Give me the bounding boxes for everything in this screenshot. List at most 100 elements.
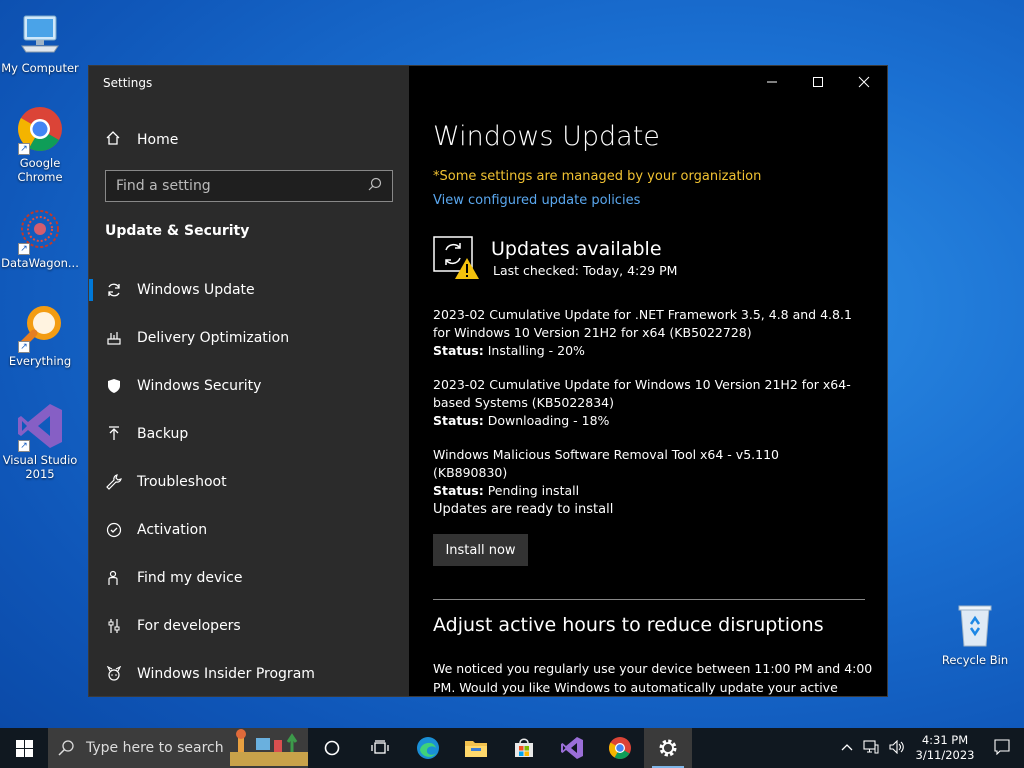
network-icon bbox=[863, 739, 879, 753]
action-center-button[interactable] bbox=[980, 738, 1024, 758]
sidebar-item-activation[interactable]: Activation bbox=[89, 506, 409, 554]
wrench-icon bbox=[105, 474, 123, 490]
sidebar-item-windows-update[interactable]: Windows Update bbox=[89, 266, 409, 314]
last-checked: Last checked: Today, 4:29 PM bbox=[493, 263, 678, 278]
desktop-icon-visual-studio[interactable]: ↗ Visual Studio 2015 bbox=[0, 402, 80, 481]
taskbar-clock[interactable]: 4:31 PM 3/11/2023 bbox=[910, 733, 980, 763]
start-button[interactable] bbox=[0, 728, 48, 768]
volume-button[interactable] bbox=[884, 739, 910, 757]
desktop-icon-label: Google Chrome bbox=[17, 156, 63, 184]
window-title: Settings bbox=[103, 76, 153, 90]
managed-notice: *Some settings are managed by your organ… bbox=[433, 169, 762, 184]
find-setting-input[interactable]: Find a setting bbox=[105, 170, 393, 202]
list-item: Windows Malicious Software Removal Tool … bbox=[433, 446, 853, 500]
status-label: Status: bbox=[433, 343, 484, 358]
sidebar-item-troubleshoot[interactable]: Troubleshoot bbox=[89, 458, 409, 506]
task-view-button[interactable] bbox=[356, 728, 404, 768]
task-view-icon bbox=[371, 740, 389, 754]
page-title: Windows Update bbox=[433, 121, 660, 152]
sidebar-item-label: Windows Update bbox=[137, 282, 255, 298]
taskbar-file-explorer[interactable] bbox=[452, 728, 500, 768]
update-name: Windows Malicious Software Removal Tool … bbox=[433, 447, 779, 480]
computer-icon bbox=[16, 10, 64, 58]
sidebar-home-label: Home bbox=[137, 132, 179, 148]
shield-icon bbox=[105, 378, 123, 394]
taskbar-settings[interactable] bbox=[644, 728, 692, 768]
install-now-button[interactable]: Install now bbox=[433, 534, 528, 566]
desktop-icon-my-computer[interactable]: My Computer bbox=[0, 10, 80, 75]
sidebar-item-delivery-optimization[interactable]: Delivery Optimization bbox=[89, 314, 409, 362]
sidebar-item-windows-insider[interactable]: Windows Insider Program bbox=[89, 650, 409, 696]
active-hours-heading: Adjust active hours to reduce disruption… bbox=[433, 614, 824, 636]
active-hours-text: We noticed you regularly use your device… bbox=[433, 661, 873, 695]
update-status: Pending install bbox=[487, 483, 580, 498]
cortana-button[interactable] bbox=[308, 728, 356, 768]
update-name: 2023-02 Cumulative Update for Windows 10… bbox=[433, 377, 851, 410]
desktop-icon-label: Recycle Bin bbox=[941, 653, 1009, 667]
minimize-icon bbox=[767, 81, 777, 83]
sidebar-item-label: Troubleshoot bbox=[137, 474, 227, 490]
ready-to-install-text: Updates are ready to install bbox=[433, 502, 614, 517]
update-status: Downloading - 18% bbox=[487, 413, 610, 428]
settings-main-pane: Windows Update *Some settings are manage… bbox=[409, 66, 887, 696]
update-warning-icon bbox=[433, 236, 479, 280]
datawagon-icon: ↗ bbox=[16, 205, 64, 255]
status-label: Status: bbox=[433, 483, 484, 498]
window-caption-buttons bbox=[749, 66, 887, 98]
windows-logo-icon bbox=[15, 739, 33, 757]
edge-icon bbox=[417, 737, 439, 759]
sidebar-home[interactable]: Home bbox=[105, 128, 178, 152]
taskbar-store[interactable] bbox=[500, 728, 548, 768]
speaker-icon bbox=[889, 739, 904, 754]
backup-icon bbox=[105, 426, 123, 442]
status-label: Status: bbox=[433, 413, 484, 428]
desktop-icon-everything[interactable]: ↗ Everything bbox=[0, 303, 80, 368]
search-highlight-illustration-icon bbox=[230, 729, 308, 766]
maximize-button[interactable] bbox=[795, 66, 841, 98]
search-icon bbox=[58, 740, 74, 756]
sidebar-item-backup[interactable]: Backup bbox=[89, 410, 409, 458]
system-tray: 4:31 PM 3/11/2023 bbox=[836, 728, 1024, 768]
taskbar-search-box[interactable]: Type here to search bbox=[48, 728, 308, 768]
sidebar-item-for-developers[interactable]: For developers bbox=[89, 602, 409, 650]
store-bag-icon bbox=[515, 738, 533, 757]
list-item: 2023-02 Cumulative Update for .NET Frame… bbox=[433, 306, 853, 360]
sidebar-nav: Windows Update Delivery Optimization Win… bbox=[89, 266, 409, 696]
update-status: Installing - 20% bbox=[487, 343, 585, 358]
maximize-icon bbox=[813, 77, 823, 87]
view-policies-link[interactable]: View configured update policies bbox=[433, 193, 640, 208]
taskbar-visual-studio[interactable] bbox=[548, 728, 596, 768]
home-icon bbox=[105, 130, 123, 150]
visual-studio-icon bbox=[561, 737, 583, 759]
desktop-icon-datawagon[interactable]: ↗ DataWagon... bbox=[0, 205, 80, 270]
settings-sidebar: Settings Home Find a setting Update & Se… bbox=[89, 66, 409, 696]
check-circle-icon bbox=[105, 522, 123, 538]
update-name: 2023-02 Cumulative Update for .NET Frame… bbox=[433, 307, 852, 340]
show-hidden-icons-button[interactable] bbox=[836, 741, 858, 755]
sidebar-item-windows-security[interactable]: Windows Security bbox=[89, 362, 409, 410]
notification-icon bbox=[994, 738, 1010, 755]
cortana-circle-icon bbox=[324, 740, 340, 756]
update-list: 2023-02 Cumulative Update for .NET Frame… bbox=[433, 306, 853, 516]
taskbar-edge[interactable] bbox=[404, 728, 452, 768]
taskbar-chrome[interactable] bbox=[596, 728, 644, 768]
network-button[interactable] bbox=[858, 739, 884, 757]
sidebar-item-label: Windows Security bbox=[137, 378, 262, 394]
search-icon bbox=[368, 177, 382, 195]
desktop-icon-recycle-bin[interactable]: Recycle Bin bbox=[935, 602, 1015, 667]
chevron-up-icon bbox=[841, 744, 853, 751]
sidebar-item-label: Find my device bbox=[137, 570, 243, 586]
refresh-icon bbox=[105, 282, 123, 298]
sidebar-item-label: Windows Insider Program bbox=[137, 666, 315, 682]
taskbar: Type here to search 4:31 PM 3/11/2023 bbox=[0, 728, 1024, 768]
delivery-icon bbox=[105, 330, 123, 346]
desktop-icon-google-chrome[interactable]: ↗ Google Chrome bbox=[0, 105, 80, 184]
desktop-icon-label: My Computer bbox=[1, 61, 79, 75]
close-button[interactable] bbox=[841, 66, 887, 98]
sidebar-item-label: Activation bbox=[137, 522, 208, 538]
chrome-icon: ↗ bbox=[16, 105, 64, 155]
divider bbox=[433, 599, 865, 600]
sidebar-item-find-my-device[interactable]: Find my device bbox=[89, 554, 409, 602]
minimize-button[interactable] bbox=[749, 66, 795, 98]
everything-search-icon: ↗ bbox=[16, 303, 64, 353]
